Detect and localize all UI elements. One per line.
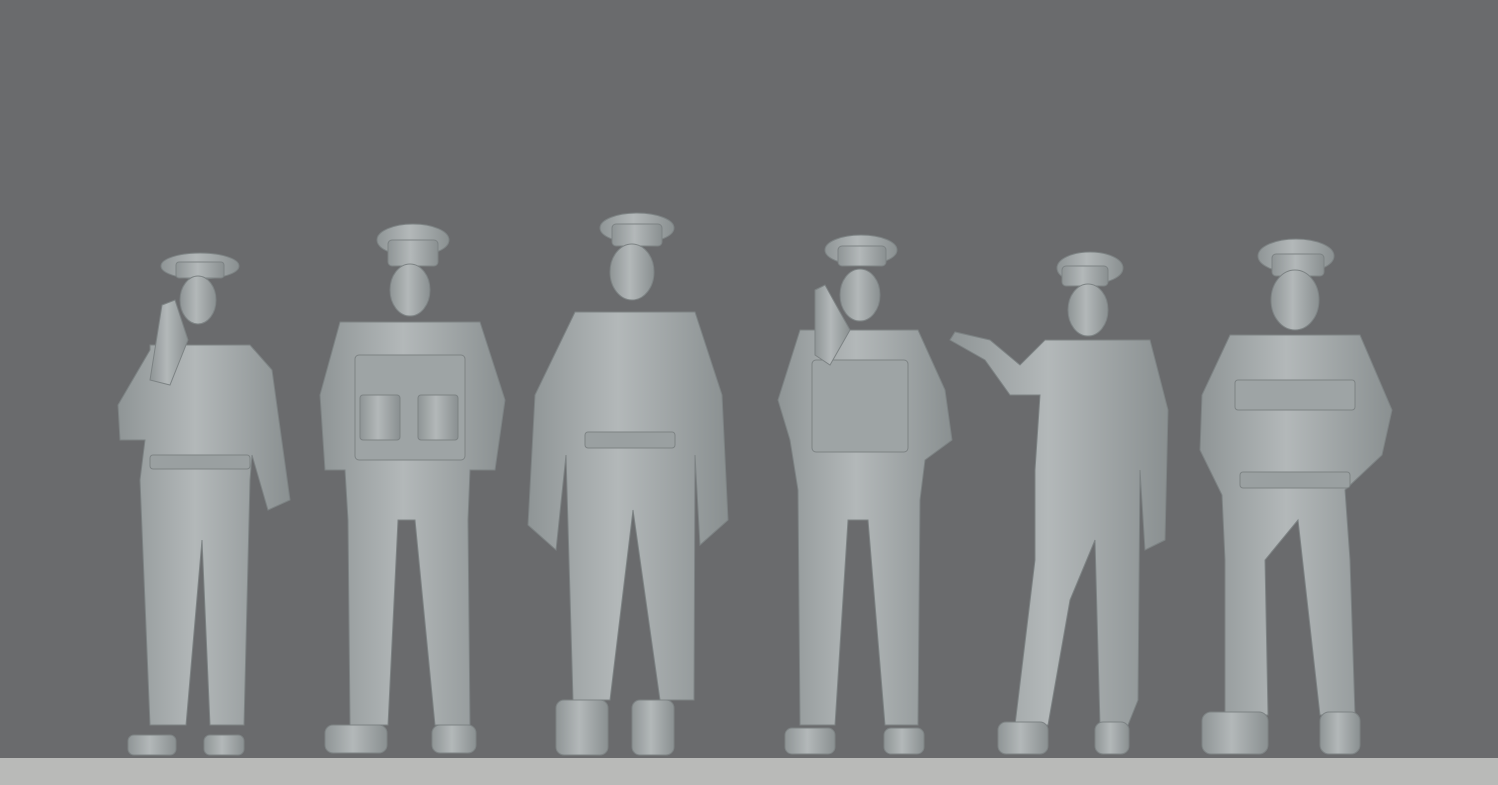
police-figure-2	[319, 223, 506, 754]
police-figure-6	[1199, 238, 1393, 755]
police-figure-3	[527, 212, 729, 756]
police-figure-5	[949, 251, 1169, 755]
figures-render	[117, 212, 1393, 756]
police-figure-1	[117, 252, 291, 756]
police-figure-4	[777, 234, 953, 755]
render-scene	[0, 0, 1498, 785]
floor-strip	[0, 758, 1498, 785]
3d-viewport	[0, 0, 1498, 758]
